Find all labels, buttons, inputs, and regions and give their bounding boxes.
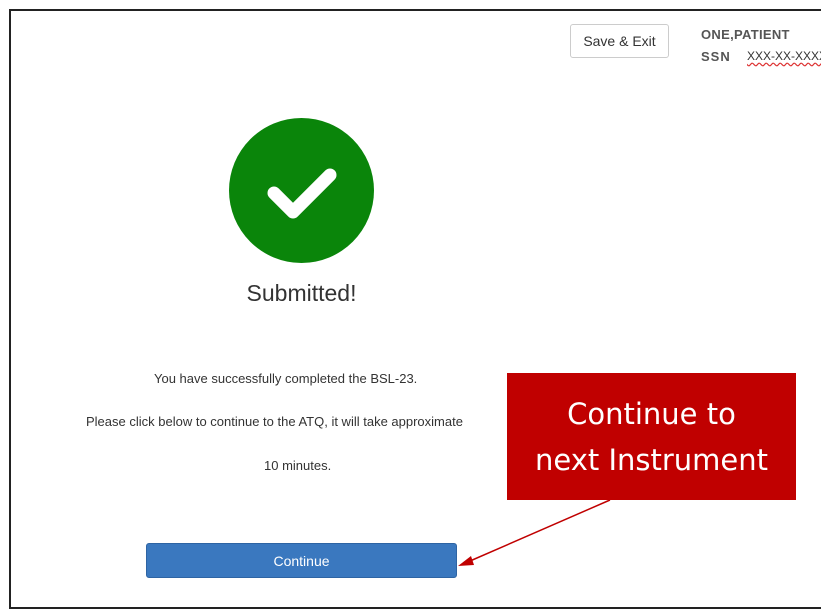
annotation-arrow [458,499,611,566]
